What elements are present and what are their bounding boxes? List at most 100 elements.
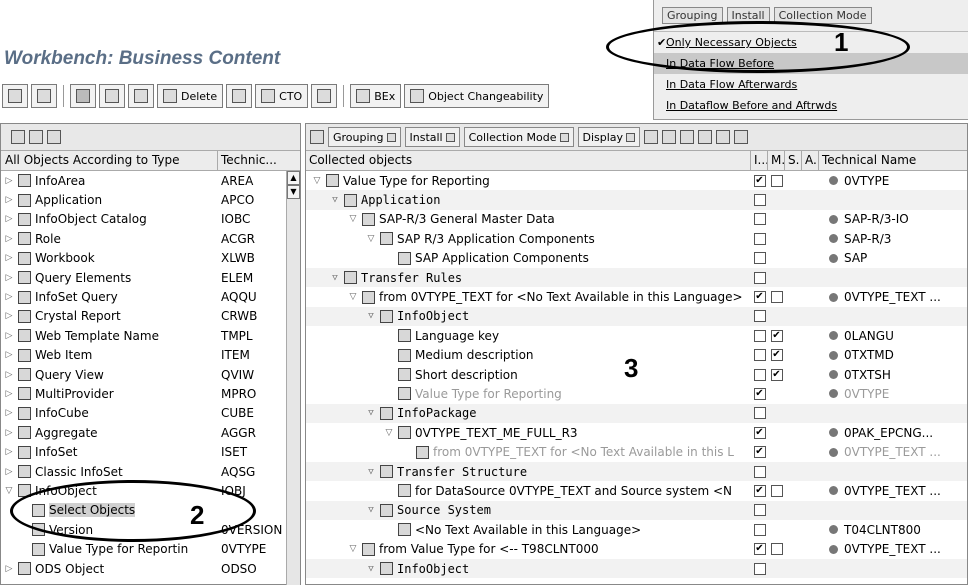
collected-object-row[interactable]: ▽ InfoObject <box>306 306 967 327</box>
install-checkbox[interactable] <box>753 194 766 207</box>
toolbar-icon-button[interactable] <box>128 84 154 108</box>
expand-icon[interactable]: ▷ <box>4 176 14 186</box>
collected-object-row[interactable]: Language key ✔ 0LANGU <box>306 326 967 345</box>
collapse-icon[interactable]: ▽ <box>330 273 340 283</box>
toolbar-icon-button[interactable] <box>31 84 57 108</box>
install-checkbox[interactable] <box>753 271 766 284</box>
collected-object-row[interactable]: ▽ InfoObject <box>306 558 967 579</box>
expand-icon[interactable]: ▷ <box>4 447 14 457</box>
object-type-row[interactable]: ▷ MultiProvider MPRO <box>1 384 300 403</box>
column-header-a[interactable]: A.. <box>802 151 819 170</box>
object-type-row[interactable]: ▷ ODS Object ODSO <box>1 559 300 578</box>
column-header-technical-name[interactable]: Technical Name <box>819 151 967 170</box>
collapse-icon[interactable]: ▽ <box>4 486 14 496</box>
match-checkbox[interactable]: ✔ <box>770 329 783 342</box>
install-checkbox[interactable] <box>753 368 766 381</box>
expand-icon[interactable]: ▷ <box>4 467 14 477</box>
collected-object-row[interactable]: ▽ Value Type for Reporting ✔ 0VTYPE <box>306 171 967 190</box>
install-checkbox[interactable]: ✔ <box>753 291 766 304</box>
find-next-icon[interactable] <box>47 130 61 144</box>
collapse-icon[interactable]: ▽ <box>312 176 322 186</box>
collapse-icon[interactable]: ▽ <box>366 564 376 574</box>
collected-object-row[interactable]: Value Type for Reporting ✔ 0VTYPE <box>306 384 967 403</box>
cto-button[interactable]: CTO <box>255 84 309 108</box>
object-type-row[interactable]: ▷ InfoCube CUBE <box>1 404 300 423</box>
filter-icon[interactable] <box>734 130 749 144</box>
install-checkbox[interactable] <box>753 504 766 517</box>
collected-object-row[interactable]: ▽ InfoPackage <box>306 403 967 424</box>
match-checkbox[interactable] <box>770 484 783 497</box>
object-type-row[interactable]: ▷ Role ACGR <box>1 229 300 248</box>
collapse-icon[interactable]: ▽ <box>366 234 376 244</box>
collected-object-row[interactable]: ▽ 0VTYPE_TEXT_ME_FULL_R3 ✔ 0PAK_EPCNG... <box>306 423 967 442</box>
expand-icon[interactable]: ▷ <box>4 331 14 341</box>
object-changeability-button[interactable]: Object Changeability <box>404 84 550 108</box>
collapse-icon[interactable]: ▽ <box>348 544 358 554</box>
scroll-up-icon[interactable]: ▲ <box>287 171 300 185</box>
column-header-object-type[interactable]: All Objects According to Type <box>1 151 218 170</box>
match-checkbox[interactable]: ✔ <box>770 368 783 381</box>
collapse-icon[interactable]: ▽ <box>366 408 376 418</box>
object-type-row[interactable]: ▷ Classic InfoSet AQSG <box>1 462 300 481</box>
expand-icon[interactable]: ▷ <box>4 564 14 574</box>
expand-icon[interactable]: ▷ <box>4 350 14 360</box>
install-checkbox[interactable] <box>753 465 766 478</box>
left-scrollbar[interactable]: ▲ ▼ <box>286 171 300 585</box>
collapse-icon[interactable]: ▽ <box>330 195 340 205</box>
clock-icon[interactable] <box>310 130 324 144</box>
install-checkbox[interactable] <box>753 523 766 536</box>
collected-object-row[interactable]: <No Text Available in this Language> T04C… <box>306 520 967 539</box>
layout-icon[interactable] <box>11 130 25 144</box>
column-header-s[interactable]: S. <box>785 151 802 170</box>
install-checkbox[interactable] <box>753 329 766 342</box>
column-header-install[interactable]: I... <box>751 151 768 170</box>
install-checkbox[interactable]: ✔ <box>753 426 766 439</box>
menu-item-in-data-flow-afterwards[interactable]: In Data Flow Afterwards <box>654 74 968 95</box>
collected-object-row[interactable]: ▽ Application <box>306 190 967 210</box>
expand-icon[interactable]: ▷ <box>4 214 14 224</box>
collapse-icon[interactable]: ▽ <box>366 311 376 321</box>
column-header-match[interactable]: M. <box>768 151 785 170</box>
menu-item-in-dataflow-before-and-afterwards[interactable]: In Dataflow Before and Aftrwds <box>654 95 968 116</box>
bex-button[interactable]: BEx <box>350 84 402 108</box>
collected-object-row[interactable]: ▽ SAP-R/3 General Master Data SAP-R/3-IO <box>306 210 967 229</box>
expand-icon[interactable]: ▷ <box>4 389 14 399</box>
collected-object-row[interactable]: ▽ SAP R/3 Application Components SAP-R/3 <box>306 229 967 248</box>
object-type-row[interactable]: ▷ Application APCO <box>1 190 300 209</box>
column-header-technical[interactable]: Technic... <box>218 151 288 170</box>
object-type-row[interactable]: ▷ InfoObject Catalog IOBC <box>1 210 300 229</box>
object-type-row[interactable]: ▷ Aggregate AGGR <box>1 423 300 442</box>
expand-icon[interactable]: ▷ <box>4 292 14 302</box>
object-type-row[interactable]: ▷ InfoArea AREA <box>1 171 300 190</box>
collapse-icon[interactable]: ▽ <box>366 467 376 477</box>
print-icon[interactable] <box>698 130 713 144</box>
install-checkbox[interactable]: ✔ <box>753 446 766 459</box>
collapse-icon[interactable]: ▽ <box>384 428 394 438</box>
collected-object-row[interactable]: ▽ Transfer Structure <box>306 461 967 482</box>
expand-icon[interactable]: ▷ <box>4 195 14 205</box>
expand-icon[interactable]: ▷ <box>4 311 14 321</box>
collected-object-row[interactable]: ▽ from Value Type for <-- T98CLNT000 ✔ 0VTY… <box>306 539 967 558</box>
grouping-button[interactable]: Grouping <box>328 127 401 147</box>
expand-icon[interactable]: ▷ <box>4 234 14 244</box>
expand-icon[interactable]: ▷ <box>4 370 14 380</box>
find-icon[interactable] <box>644 130 659 144</box>
install-checkbox[interactable] <box>753 407 766 420</box>
install-checkbox[interactable] <box>753 562 766 575</box>
collected-object-row[interactable]: ▽ from 0VTYPE_TEXT for <No Text Available… <box>306 287 967 306</box>
install-checkbox[interactable]: ✔ <box>753 543 766 556</box>
install-checkbox[interactable] <box>753 213 766 226</box>
collection-mode-button[interactable]: Collection Mode <box>463 127 574 147</box>
install-checkbox[interactable]: ✔ <box>753 174 766 187</box>
object-type-row[interactable]: ▷ Workbook XLWB <box>1 249 300 268</box>
object-type-row[interactable]: ▷ InfoSet Query AQQU <box>1 287 300 306</box>
scroll-down-icon[interactable]: ▼ <box>287 185 300 199</box>
object-type-row[interactable]: ▷ InfoSet ISET <box>1 442 300 461</box>
collected-object-row[interactable]: ▽ Source System <box>306 500 967 521</box>
toolbar-icon-button[interactable] <box>311 84 338 108</box>
collapse-icon[interactable]: ▽ <box>348 292 358 302</box>
object-type-row[interactable]: ▷ Web Template Name TMPL <box>1 326 300 345</box>
expand-icon[interactable]: ▷ <box>4 253 14 263</box>
expand-icon[interactable]: ▷ <box>4 408 14 418</box>
match-checkbox[interactable] <box>770 174 783 187</box>
